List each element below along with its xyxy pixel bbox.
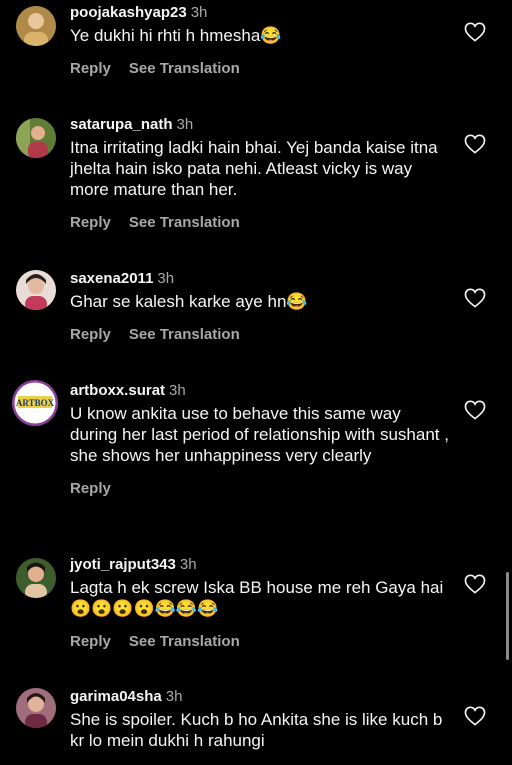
comment-time: 3h [169, 382, 186, 399]
comment-username[interactable]: garima04sha [70, 688, 162, 705]
avatar[interactable] [16, 688, 56, 728]
comment-time: 3h [176, 116, 194, 133]
comment-username[interactable]: artboxx.surat [70, 382, 165, 399]
see-translation-button[interactable]: See Translation [129, 326, 240, 343]
comment-username[interactable]: satarupa_nath [70, 116, 173, 133]
comment-time: 3h [165, 688, 183, 705]
scrollbar[interactable] [506, 572, 509, 660]
see-translation-button[interactable]: See Translation [129, 633, 240, 650]
comment-text: Ghar se kalesh karke aye hn😂 [70, 292, 308, 311]
reply-button[interactable]: Reply [70, 60, 111, 77]
heart-outline-icon[interactable] [464, 22, 486, 42]
svg-text:ARTBOX: ARTBOX [16, 398, 55, 408]
avatar[interactable] [16, 558, 56, 598]
avatar[interactable] [16, 118, 56, 158]
comment-username[interactable]: saxena2011 [70, 270, 153, 287]
comment-text: Lagta h ek screw Iska BB house me reh Ga… [70, 578, 444, 618]
see-translation-button[interactable]: See Translation [129, 60, 240, 77]
reply-button[interactable]: Reply [70, 326, 111, 343]
comment-time: 3h [179, 556, 197, 573]
heart-outline-icon[interactable] [464, 134, 486, 154]
avatar[interactable] [16, 6, 56, 46]
reply-button[interactable]: Reply [70, 633, 111, 650]
reply-button[interactable]: Reply [70, 480, 111, 497]
reply-button[interactable]: Reply [70, 214, 111, 231]
avatar[interactable] [16, 270, 56, 310]
avatar[interactable]: ARTBOX [12, 380, 58, 426]
comment-time: 3h [157, 270, 175, 287]
comment-username[interactable]: poojakashyap23 [70, 4, 187, 21]
comment-text: Itna irritating ladki hain bhai. Yej ban… [70, 138, 438, 199]
comment-text: U know ankita use to behave this same wa… [70, 404, 449, 465]
heart-outline-icon[interactable] [464, 400, 486, 420]
heart-outline-icon[interactable] [464, 706, 486, 726]
see-translation-button[interactable]: See Translation [129, 214, 240, 231]
comment-username[interactable]: jyoti_rajput343 [70, 556, 176, 573]
comment-time: 3h [190, 4, 208, 21]
heart-outline-icon[interactable] [464, 574, 486, 594]
heart-outline-icon[interactable] [464, 288, 486, 308]
comment-text: She is spoiler. Kuch b ho Ankita she is … [70, 710, 443, 750]
comment-text: Ye dukhi hi rhti h hmesha😂 [70, 26, 282, 45]
